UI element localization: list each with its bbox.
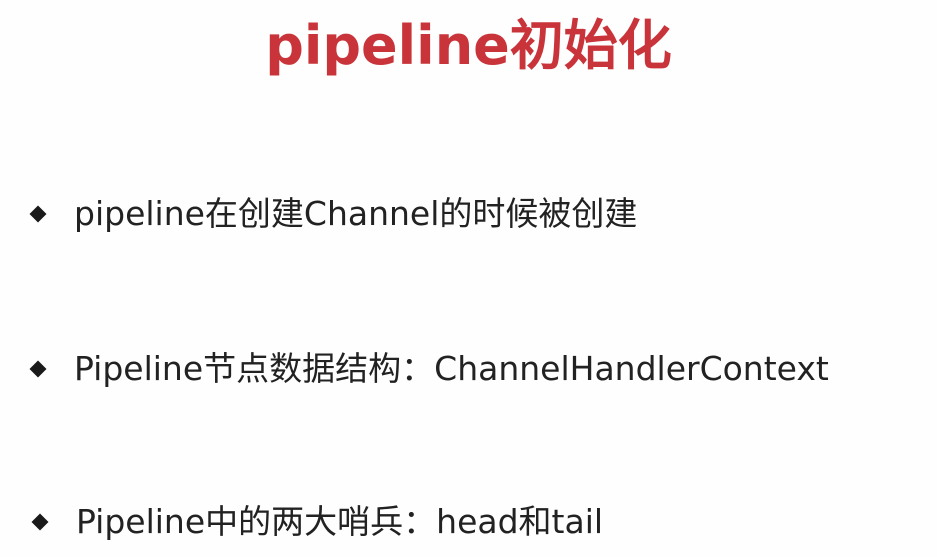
bullet-item: pipeline在创建Channel的时候被创建	[28, 186, 637, 242]
bullet-text: Pipeline中的两大哨兵：head和tail	[76, 502, 604, 541]
diamond-bullet-icon	[31, 513, 49, 531]
bullet-item: Pipeline中的两大哨兵：head和tail	[30, 494, 603, 550]
diamond-bullet-icon	[29, 205, 47, 223]
diamond-bullet-icon	[29, 360, 47, 378]
bullet-text: Pipeline节点数据结构：ChannelHandlerContext	[74, 349, 829, 388]
bullet-text: pipeline在创建Channel的时候被创建	[74, 194, 638, 233]
bullet-item: Pipeline节点数据结构：ChannelHandlerContext	[28, 341, 829, 397]
slide: pipeline初始化 pipeline在创建Channel的时候被创建 Pip…	[0, 0, 937, 557]
slide-title: pipeline初始化	[265, 14, 672, 77]
